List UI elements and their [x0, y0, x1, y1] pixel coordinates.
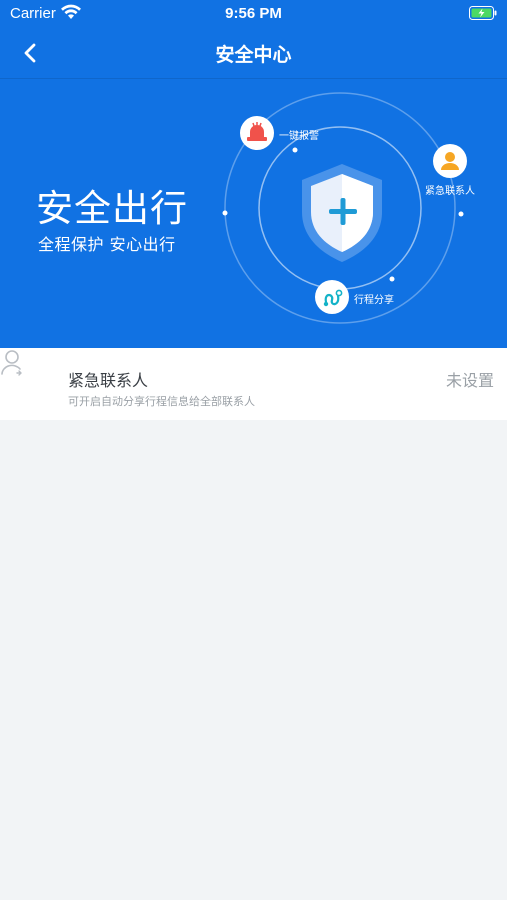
page-title: 安全中心 [215, 44, 292, 66]
alarm-label: 一键报警 [279, 131, 319, 142]
hero-title: 安全出行 [36, 187, 188, 230]
battery-charging-icon [469, 6, 497, 20]
shield-icon [302, 164, 382, 262]
share-label: 行程分享 [354, 295, 394, 306]
status-bar: Carrier 9:56 PM [0, 0, 507, 28]
alarm-icon [240, 116, 274, 150]
emergency-contact-status[interactable]: 未设置 [446, 367, 494, 391]
clock: 9:56 PM [225, 5, 282, 22]
emergency-contact-description: 可开启自动分享行程信息给全部联系人 [68, 395, 255, 408]
hero-subtitle: 全程保护 安心出行 [38, 235, 176, 254]
navigation-bar: 安全中心 [0, 28, 507, 78]
contact-label: 紧急联系人 [425, 186, 475, 197]
emergency-contact-title: 紧急联系人 [68, 371, 149, 390]
hero-banner: Carrier 9:56 PM 安全中心 安全出行 全程保护 安心出行 一键报警… [0, 0, 507, 348]
nav-divider [0, 78, 507, 79]
safety-illustration [222, 92, 467, 324]
route-share-icon [315, 280, 349, 314]
person-icon [1, 350, 22, 376]
contact-icon [433, 144, 467, 178]
